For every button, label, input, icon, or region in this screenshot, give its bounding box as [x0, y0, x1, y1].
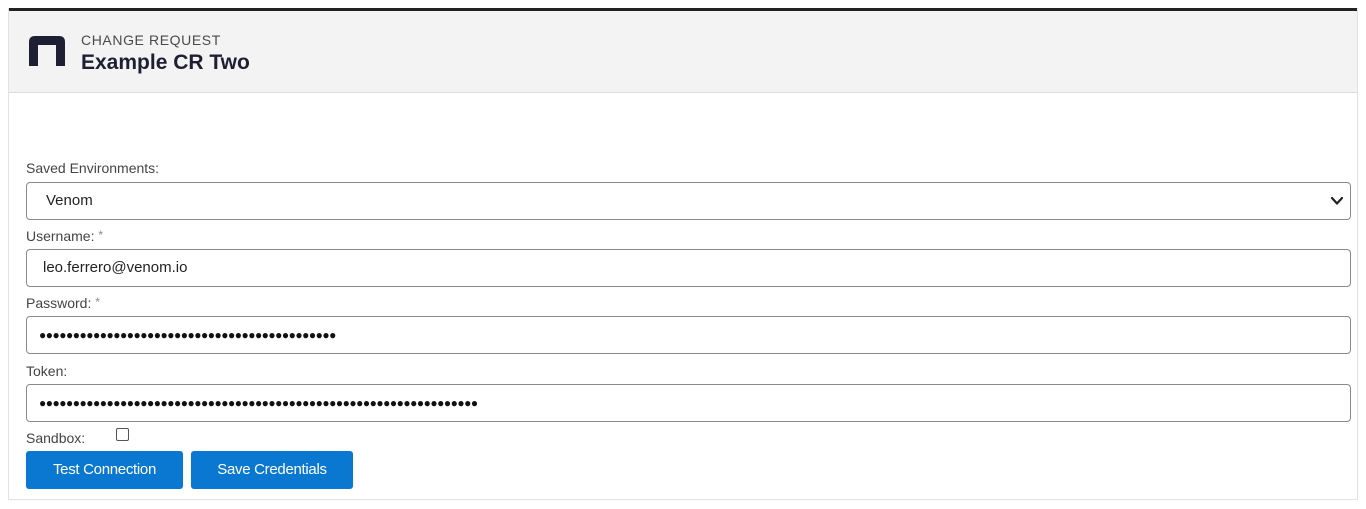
saved-environments-label: Saved Environments:	[26, 160, 160, 176]
change-request-panel: CHANGE REQUEST Example CR Two Saved Envi…	[8, 8, 1358, 500]
sandbox-checkbox[interactable]	[116, 428, 129, 441]
page-header: CHANGE REQUEST Example CR Two	[9, 11, 1357, 93]
save-credentials-button[interactable]: Save Credentials	[191, 451, 353, 489]
username-label: Username: *	[26, 228, 104, 244]
sandbox-label: Sandbox:	[26, 430, 86, 446]
password-field[interactable]: ●●●●●●●●●●●●●●●●●●●●●●●●●●●●●●●●●●●●●●●●…	[26, 316, 1351, 354]
header-kicker: CHANGE REQUEST	[81, 32, 221, 48]
required-marker: *	[95, 295, 100, 309]
password-label: Password: *	[26, 295, 100, 311]
test-connection-button[interactable]: Test Connection	[26, 451, 183, 489]
saved-environments-select[interactable]: Venom	[26, 182, 1351, 220]
page-title: Example CR Two	[81, 51, 250, 74]
username-field[interactable]: leo.ferrero@venom.io	[26, 249, 1351, 287]
token-label: Token:	[26, 363, 68, 379]
required-marker: *	[98, 228, 104, 242]
chevron-down-icon	[1330, 196, 1344, 205]
token-field[interactable]: ●●●●●●●●●●●●●●●●●●●●●●●●●●●●●●●●●●●●●●●●…	[26, 384, 1351, 422]
brand-logo-icon	[29, 36, 65, 66]
saved-environments-value: Venom	[46, 192, 93, 209]
